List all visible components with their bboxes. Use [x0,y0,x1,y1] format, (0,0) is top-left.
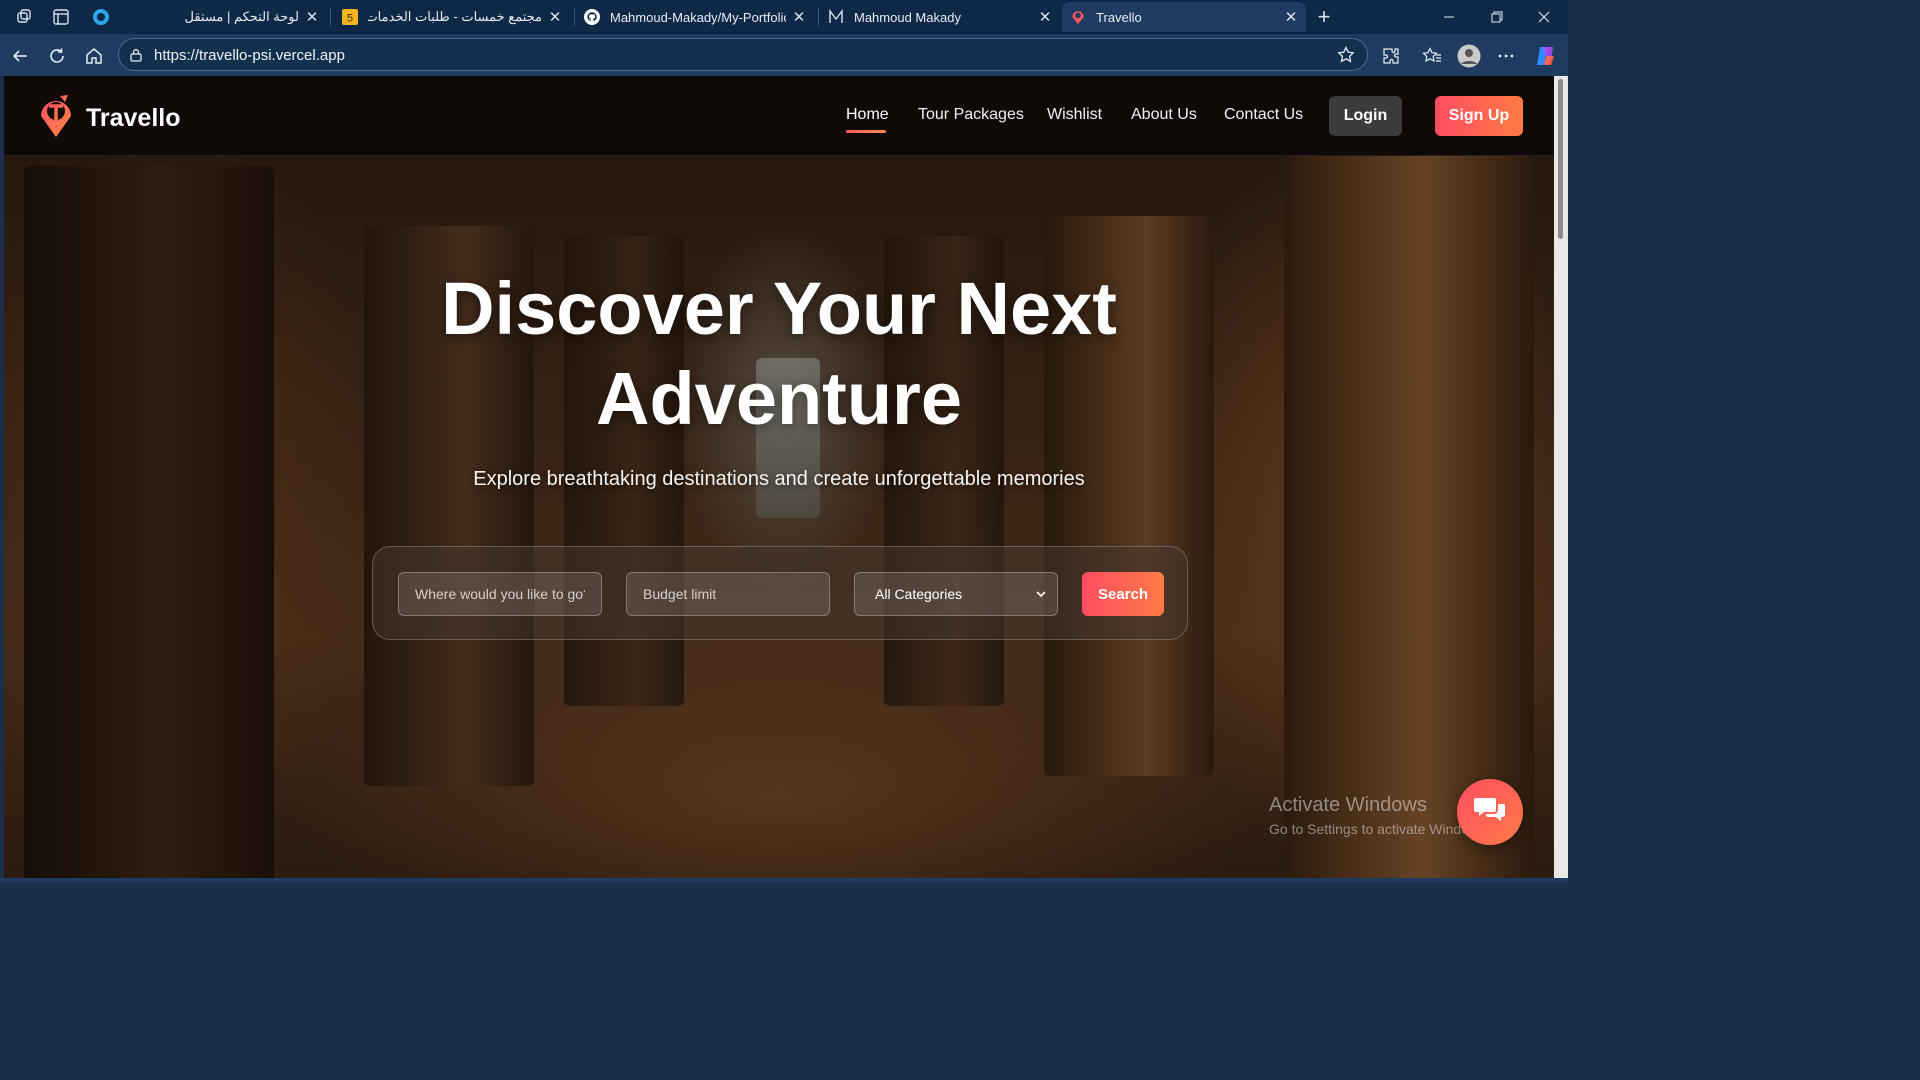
vertical-tabs-icon[interactable] [51,7,71,27]
nav-about-us[interactable]: About Us [1131,106,1197,124]
address-bar: https://travello-psi.vercel.app [0,34,1568,76]
chevron-down-icon [1035,587,1047,603]
destination-input[interactable] [398,572,602,616]
copilot-icon[interactable] [1532,43,1558,69]
khamsat-icon: 5 [342,9,358,25]
extensions-icon[interactable] [1378,43,1404,69]
browser-tab-bar: لوحة التحكم | مستقل ✕ 5 مجتمع خمسات - طل… [0,0,1568,34]
hero-title-line: Discover Your Next [441,267,1117,350]
chat-bubbles-icon [1473,795,1507,830]
search-panel: All Categories Search [372,546,1188,640]
active-nav-indicator [846,130,886,133]
tab-title: Mahmoud-Makady/My-Portfolio: [610,9,786,25]
tab-title: مجتمع خمسات - طلبات الخدمات [368,9,542,24]
travello-logo-icon [36,94,76,143]
workspaces-icon[interactable] [15,7,35,27]
hero-title-line: Adventure [596,357,962,440]
tab-divider [574,8,575,26]
nav-home[interactable]: Home [846,106,889,124]
minimize-icon[interactable] [1426,0,1472,34]
portfolio-icon [828,9,844,25]
travello-icon [1070,9,1086,25]
nav-contact-us[interactable]: Contact Us [1224,106,1303,124]
scrollbar-thumb[interactable] [1558,79,1563,239]
page-viewport: Travello Home Tour Packages Wishlist Abo… [4,76,1554,878]
tab-divider [818,8,819,26]
url-field[interactable]: https://travello-psi.vercel.app [118,38,1368,71]
close-window-icon[interactable] [1521,0,1567,34]
avatar[interactable] [1456,43,1482,69]
close-icon[interactable]: ✕ [1284,8,1298,26]
brand-logo[interactable]: Travello [36,94,181,143]
window-bottom-edge [0,878,1568,882]
budget-input[interactable] [626,572,830,616]
github-icon [584,9,600,25]
close-icon[interactable]: ✕ [305,8,319,26]
tab-title: Mahmoud Makady [854,9,961,25]
watermark-line: Go to Settings to activate Windows. [1269,821,1490,837]
tab-divider [330,8,331,26]
new-tab-icon[interactable]: + [1314,4,1334,29]
site-navbar: Travello Home Tour Packages Wishlist Abo… [4,76,1554,156]
favorite-star-icon[interactable] [1337,45,1355,69]
tab-travello[interactable]: Travello ✕ [1062,2,1306,32]
login-button[interactable]: Login [1329,96,1402,136]
close-icon[interactable]: ✕ [792,8,806,26]
tab-khamsat[interactable]: 5 مجتمع خمسات - طلبات الخدمات ✕ [334,2,570,32]
url-text: https://travello-psi.vercel.app [154,47,345,64]
chat-button[interactable] [1457,779,1523,845]
hero-subtitle: Explore breathtaking destinations and cr… [473,468,1085,490]
tab-portfolio[interactable]: Mahmoud Makady ✕ [820,2,1060,32]
tab-title: لوحة التحكم | مستقل [184,9,299,24]
search-button[interactable]: Search [1082,572,1164,616]
back-icon[interactable] [7,43,33,69]
tab-mostaql[interactable]: لوحة التحكم | مستقل ✕ [112,2,327,32]
tab-title: Travello [1096,9,1142,25]
brand-name: Travello [86,104,181,132]
restore-icon[interactable] [1474,0,1520,34]
close-icon[interactable]: ✕ [548,8,562,26]
pinned-tab-icon[interactable] [91,7,111,27]
category-select-value: All Categories [875,586,963,602]
nav-tour-packages[interactable]: Tour Packages [918,106,1024,124]
svg-text:5: 5 [347,13,353,25]
category-select[interactable]: All Categories [854,572,1058,616]
hero-title: Discover Your Next Adventure [304,264,1254,444]
favorites-icon[interactable] [1419,43,1445,69]
nav-wishlist[interactable]: Wishlist [1047,106,1102,124]
close-icon[interactable]: ✕ [1038,8,1052,26]
reload-icon[interactable] [44,43,70,69]
more-options-icon[interactable] [1493,43,1519,69]
home-icon[interactable] [81,43,107,69]
signup-button[interactable]: Sign Up [1435,96,1523,136]
lock-icon[interactable] [129,48,143,67]
tab-github[interactable]: Mahmoud-Makady/My-Portfolio: ✕ [576,2,814,32]
page-scrollbar[interactable] [1554,76,1568,878]
